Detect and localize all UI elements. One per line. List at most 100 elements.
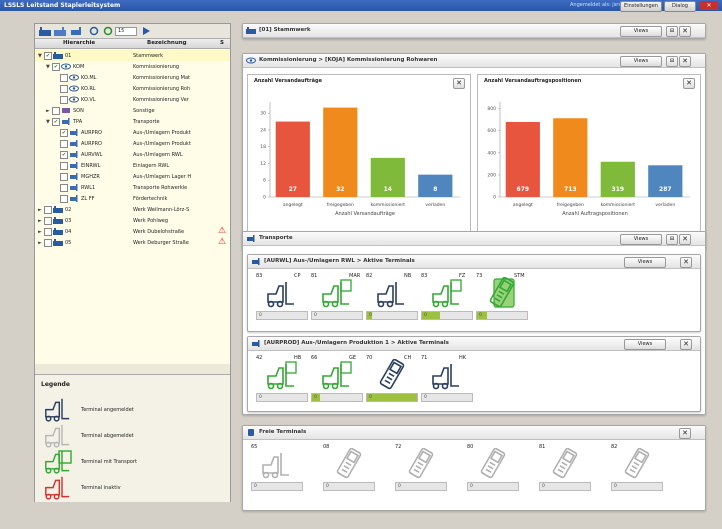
tree-row[interactable]: MGHZR Aus-/Umlagern Lager H — [35, 171, 230, 182]
tree-row[interactable]: ► 02 Werk Weilmann-Lörz-S — [35, 204, 230, 215]
row-checkbox[interactable]: ✔ — [52, 118, 60, 126]
tree-row[interactable]: ► 05 Werk Deburger Straße ⚠ — [35, 237, 230, 248]
tree-row[interactable]: AURPRO Aus-/Umlagern Produkt — [35, 138, 230, 149]
progress-value: 0 — [398, 484, 401, 489]
row-checkbox[interactable] — [60, 74, 68, 82]
forklift-icon — [432, 279, 462, 308]
tree-row[interactable]: KO.RL Kommissionierung Roh — [35, 83, 230, 94]
row-checkbox[interactable] — [60, 85, 68, 93]
terminal-tile[interactable]: 72 0 — [395, 444, 447, 496]
tree-row[interactable]: RWL1 Transporte Rohwerkle — [35, 182, 230, 193]
tree-row[interactable]: ▼ ✔ TPA Transporte — [35, 116, 230, 127]
play-icon[interactable] — [139, 26, 153, 36]
tree-row[interactable]: ► 03 Werk Pohlweg — [35, 215, 230, 226]
tree-row[interactable]: ZL FF Fördertechnik — [35, 193, 230, 204]
terminal-tile[interactable]: 65 0 — [251, 444, 303, 496]
close-button[interactable]: ✕ — [680, 339, 692, 350]
terminal-progress-bar: 0 — [476, 311, 528, 320]
tree-row[interactable]: EINRWL Einlagern RWL — [35, 160, 230, 171]
column-header-name[interactable]: Bezeichnung — [147, 40, 187, 46]
chart-close-button[interactable]: ✕ — [453, 78, 465, 89]
expander-icon[interactable]: ► — [46, 108, 50, 114]
close-button[interactable]: ✕ — [679, 428, 691, 439]
terminal-tile[interactable]: 71 HK 0 — [421, 355, 473, 407]
bar[interactable] — [323, 107, 358, 197]
row-checkbox[interactable]: ✔ — [60, 151, 68, 159]
tree-row[interactable]: KO.VL Kommissionierung Ver — [35, 94, 230, 105]
tree-row[interactable]: ▼ ✔ 01 Stammwerk — [35, 50, 230, 61]
tree-row[interactable]: KO.ML Kommissionierung Mat — [35, 72, 230, 83]
expander-icon[interactable]: ► — [38, 240, 42, 246]
tree-row[interactable]: ✔ AURVWL Aus-/Umlagern RWL — [35, 149, 230, 160]
row-code: MGHZR — [81, 174, 100, 180]
auto-refresh-icon[interactable] — [101, 26, 115, 36]
row-checkbox[interactable] — [44, 206, 52, 214]
expander-icon[interactable]: ► — [38, 207, 42, 213]
row-checkbox[interactable]: ✔ — [44, 52, 52, 60]
views-button[interactable]: Views — [620, 26, 662, 37]
terminal-tile[interactable]: 81 MAR 0 — [311, 273, 363, 325]
pin-button[interactable]: ⊡ — [666, 56, 678, 67]
tree-row[interactable]: ✔ AURPRO Aus-/Umlagern Produkt — [35, 127, 230, 138]
warning-icon: ⚠ — [218, 226, 227, 236]
factory-small-icon[interactable] — [53, 26, 67, 36]
factory-icon[interactable] — [38, 26, 52, 36]
terminal-tile[interactable]: 70 CH 0 — [366, 355, 418, 407]
column-header-hierarchy[interactable]: Hierarchie — [63, 40, 95, 46]
tree-row[interactable]: ► 04 Werk Dubelohstraße ⚠ — [35, 226, 230, 237]
row-checkbox[interactable] — [44, 217, 52, 225]
column-header-sort[interactable]: S — [220, 40, 224, 46]
views-button[interactable]: Views — [620, 56, 662, 67]
tree-row[interactable]: ► SON Sonstige — [35, 105, 230, 116]
row-checkbox[interactable]: ✔ — [52, 63, 60, 71]
row-checkbox[interactable] — [60, 96, 68, 104]
row-checkbox[interactable] — [44, 239, 52, 247]
close-button[interactable]: ✕ — [679, 56, 691, 67]
row-checkbox[interactable] — [60, 173, 68, 181]
views-button[interactable]: Views — [620, 234, 662, 245]
terminal-tile[interactable]: 42 HB 0 — [256, 355, 308, 407]
row-code: ZL FF — [81, 196, 95, 202]
terminal-tile[interactable]: 83 FZ 0 — [421, 273, 473, 325]
terminal-tile[interactable]: 81 0 — [539, 444, 591, 496]
transports-title: Transporte — [259, 235, 293, 241]
row-checkbox[interactable]: ✔ — [60, 129, 68, 137]
dialog-button[interactable]: Dialog — [664, 1, 696, 12]
expander-icon[interactable]: ▼ — [38, 53, 42, 59]
expander-icon[interactable]: ▼ — [46, 64, 50, 70]
progress-value: 0 — [314, 313, 317, 318]
expander-icon[interactable]: ► — [38, 229, 42, 235]
window-close-button[interactable]: ✕ — [700, 1, 718, 10]
row-checkbox[interactable] — [60, 140, 68, 148]
row-checkbox[interactable] — [60, 162, 68, 170]
chart-close-button[interactable]: ✕ — [683, 78, 695, 89]
terminal-tile[interactable]: 66 GE 0 — [311, 355, 363, 407]
terminal-tile[interactable]: 73 STM 0 — [476, 273, 528, 325]
terminal-tile[interactable]: 83 CP 0 — [256, 273, 308, 325]
row-checkbox[interactable] — [60, 195, 68, 203]
factory-icon — [53, 239, 63, 246]
pin-button[interactable]: ⊡ — [666, 234, 678, 245]
close-button[interactable]: ✕ — [679, 26, 691, 37]
row-code: AURPRO — [81, 130, 102, 136]
close-button[interactable]: ✕ — [680, 257, 692, 268]
expander-icon[interactable]: ▼ — [46, 119, 50, 125]
forklift-add-icon[interactable] — [69, 26, 83, 36]
terminal-tile[interactable]: 80 0 — [467, 444, 519, 496]
close-button[interactable]: ✕ — [679, 234, 691, 245]
row-checkbox[interactable] — [60, 184, 68, 192]
row-checkbox[interactable] — [52, 107, 60, 115]
refresh-icon[interactable] — [87, 26, 101, 36]
settings-button[interactable]: Einstellungen — [620, 1, 662, 12]
pin-button[interactable]: ⊡ — [666, 26, 678, 37]
views-button[interactable]: Views — [624, 339, 666, 350]
expander-icon[interactable]: ► — [38, 218, 42, 224]
terminal-tile[interactable]: 08 0 — [323, 444, 375, 496]
legend-forklift-icon — [45, 450, 72, 474]
tree-row[interactable]: ▼ ✔ KOM Kommissionierung — [35, 61, 230, 72]
terminal-tile[interactable]: 82 0 — [611, 444, 663, 496]
views-button[interactable]: Views — [624, 257, 666, 268]
row-checkbox[interactable] — [44, 228, 52, 236]
refresh-interval-field[interactable]: 15 — [115, 27, 137, 36]
terminal-tile[interactable]: 82 NB 0 — [366, 273, 418, 325]
